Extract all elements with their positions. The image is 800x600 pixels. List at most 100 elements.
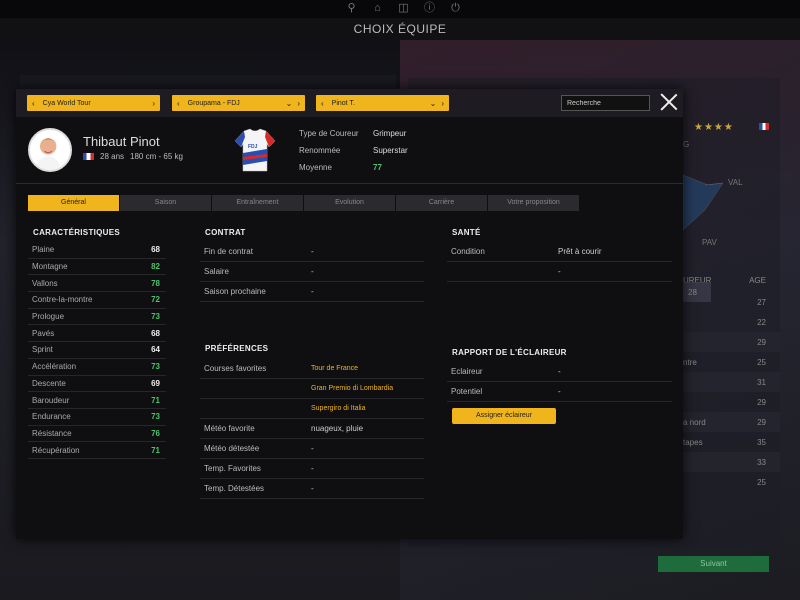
row-label: Condition xyxy=(451,247,485,256)
list-item-age: 29 xyxy=(757,397,766,407)
characteristic-value: 68 xyxy=(151,328,160,338)
team-selector-label: Groupama - FDJ xyxy=(187,99,240,107)
list-item-age: 29 xyxy=(757,417,766,427)
row-value: Prêt à courir xyxy=(558,247,602,256)
attribute-value: Grimpeur xyxy=(373,129,407,138)
attribute-label: Moyenne xyxy=(299,163,332,172)
characteristic-label: Descente xyxy=(32,378,66,388)
close-icon[interactable] xyxy=(660,93,678,111)
table-row: Eclaireur - xyxy=(447,362,672,382)
tab-votre-proposition[interactable]: Votre proposition xyxy=(488,195,579,211)
row-label: Eclaireur xyxy=(451,367,483,376)
characteristic-value: 69 xyxy=(151,378,160,388)
list-item-age: 22 xyxy=(757,317,766,327)
row-value: - xyxy=(558,367,561,376)
characteristic-value: 78 xyxy=(151,278,160,288)
characteristic-row: Vallons 78 xyxy=(28,275,166,293)
chevron-down-icon[interactable]: ⌄ xyxy=(286,99,293,108)
characteristic-row: Accélération 73 xyxy=(28,359,166,376)
tour-selector[interactable]: ‹ Cya World Tour › xyxy=(27,95,160,111)
search-input[interactable] xyxy=(561,95,650,111)
row-value: - xyxy=(311,287,314,296)
next-button[interactable]: Suivant xyxy=(658,556,769,572)
favorite-race-row: Gran Premio di Lombardia xyxy=(200,379,424,399)
radar-label: PAV xyxy=(702,238,717,247)
list-item: ntre 25 xyxy=(683,352,780,372)
contract-table: Fin de contrat - Salaire - Saison prochaine - xyxy=(200,242,424,302)
list-item-age: 27 xyxy=(757,297,766,307)
home-icon[interactable]: ⌂ xyxy=(371,2,384,15)
radar-label: VAL xyxy=(728,178,743,187)
characteristic-label: Sprint xyxy=(32,345,53,355)
modal-toolbar: ‹ Cya World Tour › ‹ Groupama - FDJ ⌄ › … xyxy=(16,89,683,117)
bell-icon[interactable]: ⚲ xyxy=(345,2,358,15)
row-label: Saison prochaine xyxy=(204,287,266,296)
preferences-title: PRÉFÉRENCES xyxy=(205,344,269,353)
chevron-right-icon[interactable]: › xyxy=(297,99,300,108)
attribute-label: Renommée xyxy=(299,146,341,155)
gamepad-icon[interactable]: ◫ xyxy=(397,2,410,15)
characteristic-row: Descente 69 xyxy=(28,376,166,393)
team-selector[interactable]: ‹ Groupama - FDJ ⌄ › xyxy=(172,95,305,111)
chevron-right-icon[interactable]: › xyxy=(441,99,444,108)
row-value: - xyxy=(311,484,314,493)
tab-entra-nement[interactable]: Entraînement xyxy=(212,195,303,211)
info-icon[interactable]: ⓘ xyxy=(423,2,436,15)
characteristic-label: Récupération xyxy=(32,445,80,455)
tab-carri-re[interactable]: Carrière xyxy=(396,195,487,211)
stars-rating: ★★★★ xyxy=(694,122,734,133)
favorite-race[interactable]: Tour de France xyxy=(311,365,358,372)
characteristic-row: Sprint 64 xyxy=(28,342,166,359)
list-item-name: ntre xyxy=(683,357,697,367)
row-value: - xyxy=(311,247,314,256)
row-value: - xyxy=(311,444,314,453)
player-attributes: Type de Coureur Grimpeur Renommée Superstar… xyxy=(299,125,408,176)
rider-selector[interactable]: ‹ Pinot T. ⌄ › xyxy=(316,95,449,111)
characteristic-value: 73 xyxy=(151,412,160,422)
characteristic-row: Endurance 73 xyxy=(28,409,166,426)
flag-icon xyxy=(83,153,94,160)
characteristic-row: Prologue 73 xyxy=(28,309,166,326)
characteristic-value: 82 xyxy=(151,262,160,272)
contract-title: CONTRAT xyxy=(205,228,246,237)
list-item: 25 xyxy=(683,472,780,492)
favorite-race-row: Courses favorites Tour de France xyxy=(200,359,424,379)
characteristic-row: Baroudeur 71 xyxy=(28,392,166,409)
characteristics-table: Plaine 68 Montagne 82 Vallons 78 Contre-la-mon… xyxy=(28,242,166,459)
favorite-race[interactable]: Supergiro di Italia xyxy=(311,405,365,412)
characteristic-label: Plaine xyxy=(32,245,55,255)
list-item-age: 25 xyxy=(757,477,766,487)
list-header: AGE xyxy=(749,276,766,285)
attribute-value: Superstar xyxy=(373,146,408,155)
list-item-age: 25 xyxy=(757,357,766,367)
characteristic-label: Résistance xyxy=(32,428,72,438)
preferences-table: Courses favorites Tour de France Gran Prem… xyxy=(200,359,424,499)
row-label: Temp. Détestées xyxy=(204,484,265,493)
tab-evolution[interactable]: Evolution xyxy=(304,195,395,211)
row-label: Météo détestée xyxy=(204,444,260,453)
row-label: Potentiel xyxy=(451,387,483,396)
characteristic-row: Montagne 82 xyxy=(28,259,166,276)
chevron-down-icon[interactable]: ⌄ xyxy=(430,99,437,108)
power-icon[interactable]: ⏻ xyxy=(449,2,462,15)
characteristic-value: 71 xyxy=(151,445,160,455)
health-title: SANTÉ xyxy=(452,228,481,237)
characteristic-row: Résistance 76 xyxy=(28,426,166,443)
divider xyxy=(16,183,683,184)
tab-saison[interactable]: Saison xyxy=(120,195,211,211)
table-row: - xyxy=(447,262,672,282)
row-label: Salaire xyxy=(204,267,229,276)
list-item-name: a nord xyxy=(683,417,706,427)
player-name: Thibaut Pinot xyxy=(83,134,160,149)
characteristic-label: Contre-la-montre xyxy=(32,295,93,305)
player-age: 28 ans xyxy=(100,152,125,161)
list-item: tapes 35 xyxy=(683,432,780,452)
assign-scout-button[interactable]: Assigner éclaireur xyxy=(452,408,556,424)
favorite-race[interactable]: Gran Premio di Lombardia xyxy=(311,385,393,392)
characteristic-value: 73 xyxy=(151,312,160,322)
table-row: Saison prochaine - xyxy=(200,282,424,302)
attribute-row: Type de Coureur Grimpeur xyxy=(299,125,408,142)
tab-g-n-ral[interactable]: Général xyxy=(28,195,119,211)
characteristic-row: Pavés 68 xyxy=(28,325,166,343)
chevron-right-icon[interactable]: › xyxy=(152,99,155,108)
